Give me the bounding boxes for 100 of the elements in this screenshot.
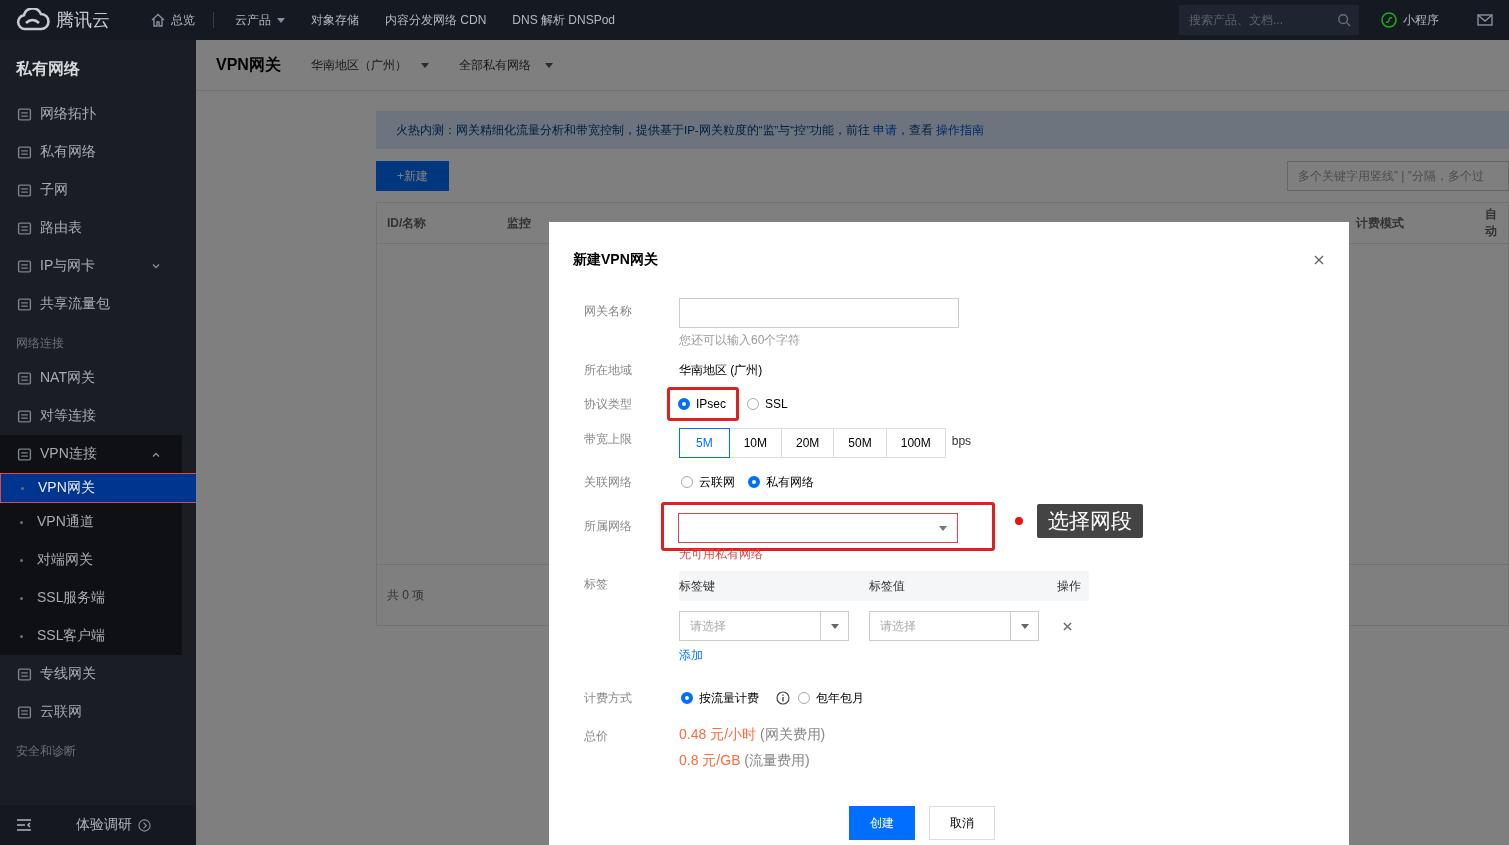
field-label: 所属网络	[584, 518, 633, 535]
sidebar-title: 私有网络	[15, 59, 81, 79]
nav-item-icon	[17, 182, 32, 198]
field-hint: 您还可以输入60个字符	[679, 332, 802, 348]
bandwidth-option[interactable]: 5M	[679, 428, 730, 458]
sidebar-subitem[interactable]: SSL服务端	[0, 579, 182, 617]
sidebar-item[interactable]: VPN连接	[0, 435, 182, 473]
price-text: 0.48 元/小时 (网关费用)	[679, 726, 826, 744]
sidebar-section-label: 安全和诊断	[15, 743, 77, 760]
sidebar-item[interactable]: 路由表	[0, 209, 182, 247]
miniprogram-link[interactable]: 小程序	[1381, 11, 1439, 29]
arrow-circle-icon	[138, 818, 151, 832]
sidebar-item[interactable]: 网络拓扑	[0, 95, 182, 133]
add-link[interactable]: 添加	[679, 647, 1089, 664]
field-label: 带宽上限	[584, 431, 633, 448]
mail-icon[interactable]	[1477, 14, 1493, 26]
sidebar-item[interactable]: NAT网关	[0, 359, 182, 397]
nav-item-icon	[17, 704, 32, 720]
field-label: 标签	[584, 576, 609, 593]
nav-link[interactable]: 对象存储	[298, 11, 372, 29]
info-icon[interactable]	[776, 691, 790, 705]
cloud-logo-icon	[16, 8, 50, 32]
nav-item-icon	[17, 666, 32, 682]
cancel-button[interactable]: 取消	[929, 806, 995, 840]
bandwidth-option[interactable]: 10M	[729, 428, 782, 458]
filter-dropdown[interactable]: 全部私有网络	[458, 56, 553, 74]
radio-option[interactable]: 私有网络	[743, 465, 819, 499]
tag-column-header: 标签键	[679, 577, 715, 595]
unit-label: bps	[951, 433, 972, 450]
remove-icon[interactable]	[1063, 621, 1072, 631]
field-label: 计费方式	[584, 690, 633, 707]
radio-option[interactable]: SSL	[742, 387, 793, 421]
brand-name[interactable]: 腾讯云	[56, 8, 110, 32]
column-header: 自动	[1485, 206, 1498, 240]
create-button[interactable]: 创建	[849, 806, 915, 840]
input-field[interactable]	[679, 298, 959, 328]
field-value: 华南地区 (广州)	[679, 362, 763, 379]
home-icon	[151, 13, 165, 27]
survey-link[interactable]: 体验调研	[76, 816, 151, 834]
caret-icon	[830, 623, 839, 629]
tag-column-header: 操作	[1057, 577, 1081, 595]
marker-dot	[1015, 517, 1023, 525]
column-header: 监控	[507, 214, 531, 232]
nav-item-icon	[17, 220, 32, 236]
sidebar-item[interactable]: 共享流量包	[0, 285, 182, 323]
radio-option[interactable]: IPsec	[667, 387, 739, 421]
price-text: 0.8 元/GB (流量费用)	[679, 752, 811, 770]
page-title: VPN网关	[216, 54, 281, 75]
sidebar-item[interactable]: 对等连接	[0, 397, 182, 435]
caret-icon	[544, 62, 553, 68]
dialog-title: 新建VPN网关	[573, 251, 658, 269]
nav-item-icon	[17, 370, 32, 386]
sidebar-subitem[interactable]: 对端网关	[0, 541, 182, 579]
filter-dropdown[interactable]: 华南地区（广州）	[310, 56, 429, 74]
nav-link[interactable]: DNS 解析 DNSPod	[499, 11, 629, 29]
column-header: ID/名称	[387, 214, 427, 232]
error-message: 无可用私有网络	[679, 546, 764, 563]
miniprogram-icon	[1381, 12, 1397, 28]
collapse-menu-icon[interactable]	[17, 819, 31, 831]
column-header: 计费模式	[1356, 214, 1404, 232]
caret-icon	[939, 526, 947, 531]
callout-label: 选择网段	[1037, 504, 1143, 538]
caret-icon	[420, 62, 429, 68]
nav-link[interactable]: 云产品	[222, 11, 298, 29]
nav-item-icon	[17, 258, 32, 274]
tag-column-header: 标签值	[869, 577, 905, 595]
nav-link[interactable]: 内容分发网络 CDN	[372, 11, 500, 29]
caret-icon	[1020, 623, 1029, 629]
sidebar-item[interactable]: 私有网络	[0, 133, 182, 171]
field-label: 网关名称	[584, 303, 633, 320]
total-count: 共 0 项	[387, 586, 425, 604]
nav-item-icon	[17, 408, 32, 424]
bandwidth-option[interactable]: 100M	[886, 428, 946, 458]
nav-item-icon	[17, 144, 32, 160]
radio-option[interactable]: 云联网	[676, 465, 740, 499]
field-label: 协议类型	[584, 396, 633, 413]
sidebar-subitem[interactable]: VPN通道	[0, 503, 182, 541]
nav-link[interactable]: 总览	[138, 11, 208, 29]
sidebar-item[interactable]: 云联网	[0, 693, 182, 731]
field-label: 所在地域	[584, 362, 633, 379]
field-label: 关联网络	[584, 474, 633, 491]
nav-item-icon	[17, 446, 32, 462]
sidebar-subitem[interactable]: SSL客户端	[0, 617, 182, 655]
radio-option[interactable]: 包年包月	[793, 681, 869, 715]
sidebar-item[interactable]: 专线网关	[0, 655, 182, 693]
sidebar-section-label: 网络连接	[15, 335, 65, 352]
close-icon[interactable]	[1314, 255, 1324, 265]
nav-item-icon	[17, 296, 32, 312]
network-select[interactable]	[678, 513, 958, 543]
caret-icon	[277, 17, 285, 23]
bandwidth-option[interactable]: 50M	[834, 428, 887, 458]
search-icon	[1337, 13, 1351, 27]
sidebar-item[interactable]: 子网	[0, 171, 182, 209]
sidebar-item[interactable]: IP与网卡	[0, 247, 182, 285]
sidebar-subitem[interactable]: VPN网关	[0, 473, 196, 503]
bandwidth-option[interactable]: 20M	[782, 428, 835, 458]
nav-item-icon	[17, 106, 32, 122]
notice-banner: 火热内测：网关精细化流量分析和带宽控制，提供基于IP-网关粒度的“监”与“控”功能，前往 申请，查看 操作指南	[376, 111, 1509, 149]
field-label: 总价	[584, 728, 609, 745]
radio-option[interactable]: 按流量计费	[676, 681, 764, 715]
